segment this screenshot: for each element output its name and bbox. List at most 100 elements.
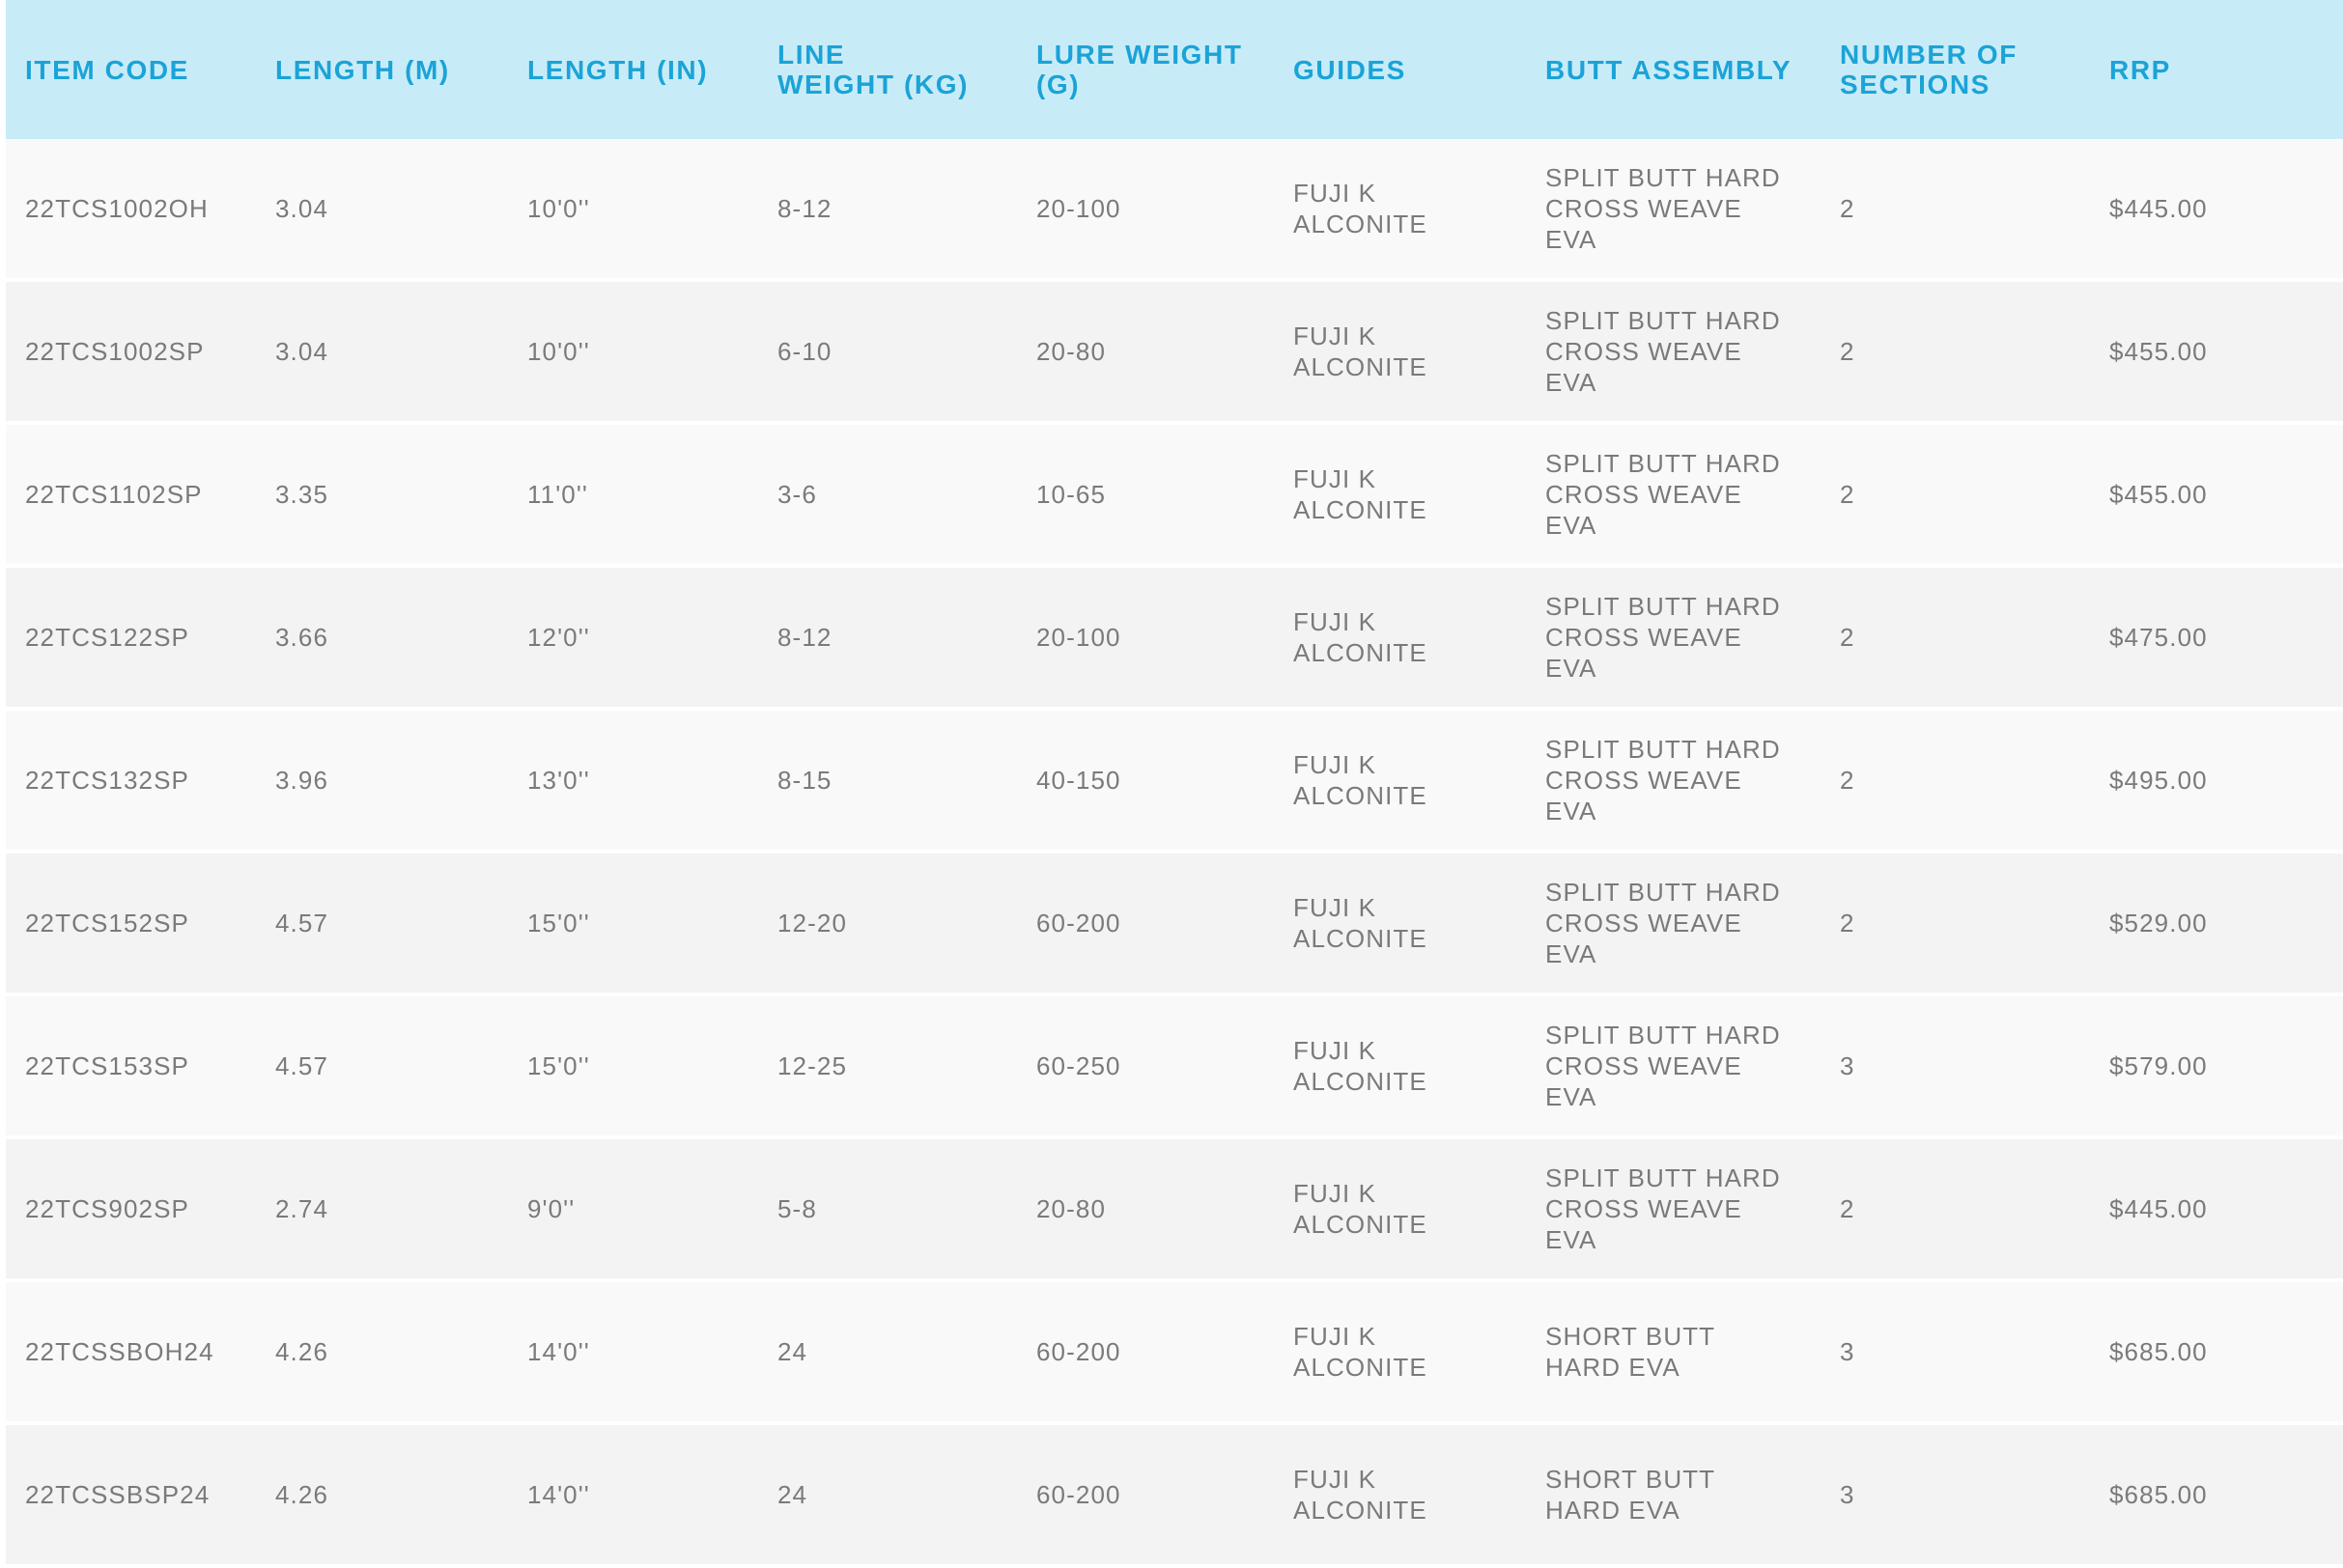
cell-butt-assembly: SHORT BUTT HARD EVA [1526, 1282, 1821, 1425]
table-row: 22TCS1102SP 3.35 11'0'' 3-6 10-65 FUJI K ALCO… [6, 425, 2343, 568]
cell-length-in: 15'0'' [508, 854, 758, 996]
header-line-weight-label: LINE WEIGHT (KG) [777, 40, 970, 99]
cell-line-weight: 8-12 [758, 568, 1017, 711]
cell-guides: FUJI K ALCONITE [1274, 711, 1526, 854]
cell-item-code: 22TCS1102SP [6, 425, 256, 568]
cell-length-m: 3.35 [256, 425, 508, 568]
cell-guides-text: FUJI K ALCONITE [1293, 464, 1427, 524]
header-row: ITEM CODE LENGTH (M) LENGTH (IN) LINE WE… [6, 0, 2343, 139]
cell-lure-weight: 20-100 [1017, 139, 1274, 282]
cell-guides: FUJI K ALCONITE [1274, 1425, 1526, 1568]
cell-line-weight: 12-25 [758, 996, 1017, 1139]
table-row: 22TCS153SP 4.57 15'0'' 12-25 60-250 FUJI K AL… [6, 996, 2343, 1139]
cell-length-m: 3.66 [256, 568, 508, 711]
cell-line-weight: 8-12 [758, 139, 1017, 282]
cell-butt-assembly: SPLIT BUTT HARD CROSS WEAVE EVA [1526, 1139, 1821, 1282]
cell-butt-assembly-text: SPLIT BUTT HARD CROSS WEAVE EVA [1545, 1021, 1781, 1111]
header-number-of-sections-label: NUMBER OF SECTIONS [1840, 40, 2018, 99]
cell-guides-text: FUJI K ALCONITE [1293, 1179, 1427, 1239]
cell-guides: FUJI K ALCONITE [1274, 1139, 1526, 1282]
cell-lure-weight: 60-200 [1017, 1282, 1274, 1425]
cell-guides: FUJI K ALCONITE [1274, 568, 1526, 711]
cell-butt-assembly-text: SPLIT BUTT HARD CROSS WEAVE EVA [1545, 592, 1781, 683]
cell-guides-text: FUJI K ALCONITE [1293, 750, 1427, 810]
cell-butt-assembly-text: SHORT BUTT HARD EVA [1545, 1322, 1715, 1382]
cell-sections: 3 [1821, 996, 2090, 1139]
header-number-of-sections: NUMBER OF SECTIONS [1821, 0, 2090, 139]
cell-guides: FUJI K ALCONITE [1274, 854, 1526, 996]
cell-rrp: $579.00 [2090, 996, 2343, 1139]
cell-line-weight: 8-15 [758, 711, 1017, 854]
cell-item-code: 22TCS153SP [6, 996, 256, 1139]
header-length-in: LENGTH (IN) [508, 0, 758, 139]
cell-guides-text: FUJI K ALCONITE [1293, 179, 1427, 238]
cell-length-in: 14'0'' [508, 1425, 758, 1568]
table-row: 22TCS1002SP 3.04 10'0'' 6-10 20-80 FUJI K ALC… [6, 282, 2343, 425]
cell-lure-weight: 60-200 [1017, 854, 1274, 996]
cell-sections: 3 [1821, 1282, 2090, 1425]
cell-rrp: $445.00 [2090, 1139, 2343, 1282]
cell-length-m: 4.26 [256, 1425, 508, 1568]
cell-rrp: $529.00 [2090, 854, 2343, 996]
cell-length-m: 4.26 [256, 1282, 508, 1425]
cell-line-weight: 5-8 [758, 1139, 1017, 1282]
cell-rrp: $475.00 [2090, 568, 2343, 711]
cell-item-code: 22TCSSBSP24 [6, 1425, 256, 1568]
cell-butt-assembly-text: SPLIT BUTT HARD CROSS WEAVE EVA [1545, 1163, 1781, 1254]
table-header: ITEM CODE LENGTH (M) LENGTH (IN) LINE WE… [6, 0, 2343, 139]
header-rrp: RRP [2090, 0, 2343, 139]
cell-butt-assembly: SPLIT BUTT HARD CROSS WEAVE EVA [1526, 139, 1821, 282]
cell-length-in: 15'0'' [508, 996, 758, 1139]
cell-length-m: 4.57 [256, 996, 508, 1139]
cell-lure-weight: 20-80 [1017, 1139, 1274, 1282]
cell-guides: FUJI K ALCONITE [1274, 996, 1526, 1139]
cell-sections: 2 [1821, 568, 2090, 711]
cell-length-in: 10'0'' [508, 282, 758, 425]
cell-guides-text: FUJI K ALCONITE [1293, 1465, 1427, 1525]
cell-sections: 2 [1821, 1139, 2090, 1282]
cell-item-code: 22TCS1002OH [6, 139, 256, 282]
cell-lure-weight: 40-150 [1017, 711, 1274, 854]
cell-guides: FUJI K ALCONITE [1274, 425, 1526, 568]
cell-item-code: 22TCS152SP [6, 854, 256, 996]
cell-lure-weight: 10-65 [1017, 425, 1274, 568]
cell-length-m: 4.57 [256, 854, 508, 996]
table-row: 22TCS152SP 4.57 15'0'' 12-20 60-200 FUJI K AL… [6, 854, 2343, 996]
cell-line-weight: 24 [758, 1282, 1017, 1425]
table-row: 22TCS902SP 2.74 9'0'' 5-8 20-80 FUJI K ALCONI… [6, 1139, 2343, 1282]
cell-rrp: $445.00 [2090, 139, 2343, 282]
cell-length-m: 3.96 [256, 711, 508, 854]
header-butt-assembly: BUTT ASSEMBLY [1526, 0, 1821, 139]
cell-item-code: 22TCS122SP [6, 568, 256, 711]
cell-butt-assembly: SPLIT BUTT HARD CROSS WEAVE EVA [1526, 996, 1821, 1139]
cell-butt-assembly-text: SPLIT BUTT HARD CROSS WEAVE EVA [1545, 878, 1781, 968]
header-lure-weight: LURE WEIGHT (G) [1017, 0, 1274, 139]
table-row: 22TCS122SP 3.66 12'0'' 8-12 20-100 FUJI K ALC… [6, 568, 2343, 711]
cell-sections: 2 [1821, 139, 2090, 282]
cell-length-in: 11'0'' [508, 425, 758, 568]
cell-line-weight: 6-10 [758, 282, 1017, 425]
cell-butt-assembly: SPLIT BUTT HARD CROSS WEAVE EVA [1526, 425, 1821, 568]
table-row: 22TCS132SP 3.96 13'0'' 8-15 40-150 FUJI K ALC… [6, 711, 2343, 854]
table-row: 22TCS1002OH 3.04 10'0'' 8-12 20-100 FUJI K AL… [6, 139, 2343, 282]
cell-length-in: 10'0'' [508, 139, 758, 282]
cell-sections: 2 [1821, 425, 2090, 568]
cell-rrp: $495.00 [2090, 711, 2343, 854]
cell-lure-weight: 60-200 [1017, 1425, 1274, 1568]
cell-sections: 2 [1821, 711, 2090, 854]
product-spec-table: ITEM CODE LENGTH (M) LENGTH (IN) LINE WE… [6, 0, 2343, 1568]
cell-guides-text: FUJI K ALCONITE [1293, 607, 1427, 667]
cell-rrp: $455.00 [2090, 425, 2343, 568]
cell-sections: 3 [1821, 1425, 2090, 1568]
cell-butt-assembly-text: SPLIT BUTT HARD CROSS WEAVE EVA [1545, 449, 1781, 540]
cell-butt-assembly-text: SHORT BUTT HARD EVA [1545, 1465, 1715, 1525]
table-row: 22TCSSBOH24 4.26 14'0'' 24 60-200 FUJI K ALCO… [6, 1282, 2343, 1425]
cell-length-m: 2.74 [256, 1139, 508, 1282]
cell-butt-assembly: SPLIT BUTT HARD CROSS WEAVE EVA [1526, 854, 1821, 996]
cell-butt-assembly: SPLIT BUTT HARD CROSS WEAVE EVA [1526, 282, 1821, 425]
cell-line-weight: 12-20 [758, 854, 1017, 996]
cell-length-m: 3.04 [256, 139, 508, 282]
cell-length-m: 3.04 [256, 282, 508, 425]
cell-butt-assembly: SHORT BUTT HARD EVA [1526, 1425, 1821, 1568]
cell-rrp: $685.00 [2090, 1282, 2343, 1425]
